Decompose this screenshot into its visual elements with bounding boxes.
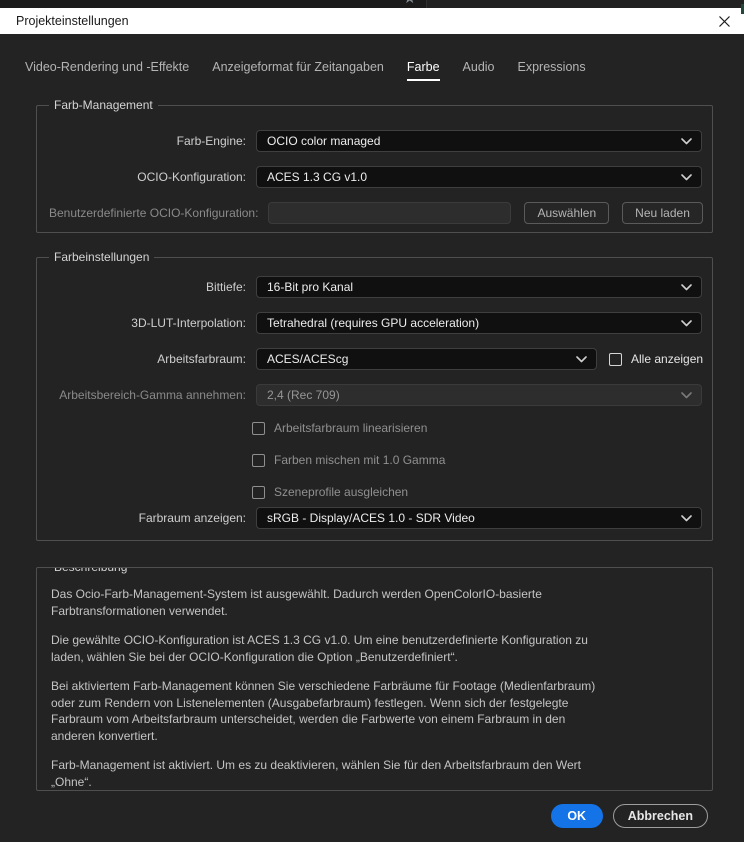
ocio-konfiguration-label: OCIO-Konfiguration:	[137, 170, 246, 184]
description-paragraph: Farb-Management ist aktiviert. Um es zu …	[51, 758, 582, 789]
chevron-down-icon	[681, 283, 692, 290]
linearisieren-checkbox: Arbeitsfarbraum linearisieren	[252, 420, 712, 436]
ok-button[interactable]: OK	[550, 804, 603, 828]
lut-interpolation-row: 3D-LUT-Interpolation: Tetrahedral (requi…	[49, 312, 712, 334]
chevron-down-icon	[681, 173, 692, 180]
section-legend: Farb-Management	[49, 98, 158, 113]
lut-interpolation-dropdown[interactable]: Tetrahedral (requires GPU acceleration)	[256, 312, 702, 334]
farb-engine-dropdown[interactable]: OCIO color managed	[256, 130, 702, 152]
dialog-titlebar: Projekteinstellungen	[0, 8, 744, 34]
section-legend: Farbeinstellungen	[49, 250, 155, 265]
gamma-annehmen-value: 2,4 (Rec 709)	[267, 388, 340, 402]
background-app-strip: ★	[0, 0, 744, 8]
dialog-body: Video-Rendering und -Effekte Anzeigeform…	[0, 34, 744, 842]
gamma-annehmen-row: Arbeitsbereich-Gamma annehmen: 2,4 (Rec …	[49, 384, 712, 406]
gamma-annehmen-label: Arbeitsbereich-Gamma annehmen:	[59, 388, 246, 402]
lut-interpolation-label: 3D-LUT-Interpolation:	[131, 316, 246, 330]
neu-laden-button: Neu laden	[622, 202, 703, 224]
bittiefe-dropdown[interactable]: 16-Bit pro Kanal	[256, 276, 702, 298]
section-beschreibung: Beschreibung Das Ocio-Farb-Management-Sy…	[36, 567, 713, 791]
description-paragraph: Das Ocio-Farb-Management-System ist ausg…	[51, 587, 542, 618]
checkbox-icon	[252, 485, 265, 499]
custom-ocio-config-label: Benutzerdefinierte OCIO-Konfiguration:	[49, 206, 259, 220]
tab-farbe[interactable]: Farbe	[406, 60, 440, 81]
checkbox-icon	[252, 453, 265, 467]
ocio-konfiguration-row: OCIO-Konfiguration: ACES 1.3 CG v1.0	[49, 166, 712, 188]
farbraum-anzeigen-row: Farbraum anzeigen: sRGB - Display/ACES 1…	[49, 507, 712, 529]
tab-anzeigeformat[interactable]: Anzeigeformat für Zeitangaben	[212, 60, 384, 81]
chevron-down-icon	[576, 355, 587, 362]
arbeitsfarbraum-value: ACES/ACEScg	[267, 352, 349, 366]
arbeitsfarbraum-row: Arbeitsfarbraum: ACES/ACEScg Alle anzeig…	[49, 348, 712, 370]
description-paragraph: Die gewählte OCIO-Konfiguration ist ACES…	[51, 633, 588, 664]
farbraum-anzeigen-label: Farbraum anzeigen:	[138, 511, 246, 525]
close-button[interactable]	[708, 8, 740, 34]
close-icon	[718, 15, 730, 27]
checkbox-icon	[609, 352, 622, 366]
chevron-down-icon	[681, 137, 692, 144]
szeneprofile-checkbox: Szeneprofile ausgleichen	[252, 484, 712, 500]
project-settings-dialog: ★ Projekteinstellungen Video-Rendering u…	[0, 0, 744, 842]
chevron-down-icon	[681, 319, 692, 326]
section-legend: Beschreibung	[49, 568, 133, 575]
ocio-konfiguration-value: ACES 1.3 CG v1.0	[267, 170, 368, 184]
bittiefe-row: Bittiefe: 16-Bit pro Kanal	[49, 276, 712, 298]
farb-engine-value: OCIO color managed	[267, 134, 381, 148]
description-paragraph: Bei aktiviertem Farb-Management können S…	[51, 679, 596, 743]
farb-engine-row: Farb-Engine: OCIO color managed	[49, 130, 712, 152]
szeneprofile-label: Szeneprofile ausgleichen	[274, 485, 409, 499]
tab-video-rendering[interactable]: Video-Rendering und -Effekte	[25, 60, 189, 81]
farben-mischen-checkbox: Farben mischen mit 1.0 Gamma	[252, 452, 712, 468]
alle-anzeigen-checkbox[interactable]: Alle anzeigen	[609, 352, 703, 366]
star-icon: ★	[403, 0, 416, 6]
farbraum-anzeigen-value: sRGB - Display/ACES 1.0 - SDR Video	[267, 511, 475, 525]
alle-anzeigen-label: Alle anzeigen	[631, 352, 704, 366]
arbeitsfarbraum-dropdown[interactable]: ACES/ACEScg	[256, 348, 597, 370]
ocio-konfiguration-dropdown[interactable]: ACES 1.3 CG v1.0	[256, 166, 702, 188]
section-farbeinstellungen: Farbeinstellungen Bittiefe: 16-Bit pro K…	[36, 250, 713, 541]
farb-engine-label: Farb-Engine:	[176, 134, 246, 148]
farben-mischen-label: Farben mischen mit 1.0 Gamma	[274, 453, 446, 467]
farbraum-anzeigen-dropdown[interactable]: sRGB - Display/ACES 1.0 - SDR Video	[256, 507, 702, 529]
gamma-annehmen-dropdown: 2,4 (Rec 709)	[256, 384, 702, 406]
dialog-footer: OK Abbrechen	[0, 804, 708, 828]
chevron-down-icon	[681, 391, 692, 398]
background-panel-divider	[426, 0, 744, 8]
chevron-down-icon	[681, 514, 692, 521]
bittiefe-value: 16-Bit pro Kanal	[267, 280, 354, 294]
linearisieren-label: Arbeitsfarbraum linearisieren	[274, 421, 428, 435]
arbeitsfarbraum-label: Arbeitsfarbraum:	[157, 352, 246, 366]
checkbox-icon	[252, 421, 265, 435]
tab-audio[interactable]: Audio	[463, 60, 495, 81]
dialog-title: Projekteinstellungen	[16, 14, 129, 28]
tab-bar: Video-Rendering und -Effekte Anzeigeform…	[25, 60, 744, 81]
section-farb-management: Farb-Management Farb-Engine: OCIO color …	[36, 98, 713, 233]
lut-interpolation-value: Tetrahedral (requires GPU acceleration)	[267, 316, 480, 330]
bittiefe-label: Bittiefe:	[205, 280, 246, 294]
abbrechen-button[interactable]: Abbrechen	[612, 804, 708, 828]
custom-ocio-config-row: Benutzerdefinierte OCIO-Konfiguration: A…	[49, 202, 712, 224]
auswaehlen-button: Auswählen	[524, 202, 610, 224]
tab-expressions[interactable]: Expressions	[518, 60, 586, 81]
custom-ocio-config-input	[268, 202, 512, 224]
